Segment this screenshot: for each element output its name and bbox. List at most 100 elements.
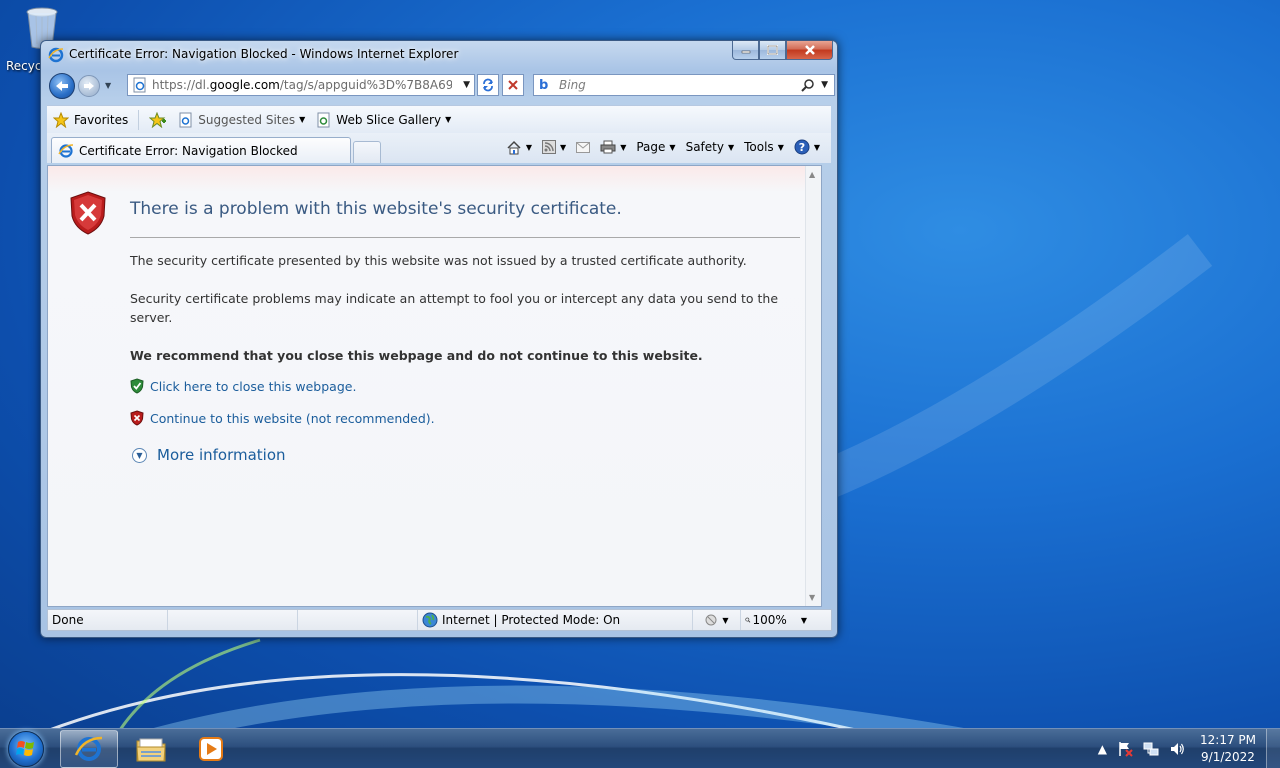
status-bar: Done Internet | Protected Mode: On ▼ 100… — [47, 609, 832, 631]
expand-chevron-icon: ▼ — [132, 447, 147, 463]
favorites-label: Favorites — [74, 112, 129, 127]
close-webpage-link[interactable]: Click here to close this webpage. — [150, 379, 356, 394]
security-zone-segment[interactable]: Internet | Protected Mode: On — [418, 610, 693, 630]
status-text-segment: Done — [48, 610, 168, 630]
feeds-button[interactable]: ▼ — [537, 140, 571, 154]
address-bar[interactable]: https://dl.google.com/tag/s/appguid%3D%7… — [127, 74, 475, 96]
recommendation-text: We recommend that you close this webpage… — [130, 348, 703, 363]
add-to-favorites-bar-button[interactable] — [143, 111, 173, 128]
show-desktop-button[interactable] — [1266, 729, 1280, 768]
protected-mode-icon — [705, 614, 717, 626]
help-menu[interactable]: ? ▼ — [789, 139, 825, 155]
back-arrow-icon — [56, 81, 68, 91]
address-dropdown-icon[interactable]: ▼ — [463, 80, 470, 90]
error-paragraph-2: Security certificate problems may indica… — [130, 291, 779, 325]
globe-icon — [422, 612, 438, 628]
new-tab-button[interactable] — [353, 141, 381, 163]
more-information-link[interactable]: More information — [157, 446, 286, 464]
taskbar: ▲ 12:17 PM 9/1/2022 — [0, 728, 1280, 768]
zoom-level-segment[interactable]: 100% ▼ — [741, 610, 811, 630]
mail-icon — [576, 141, 591, 153]
ie-page-icon — [317, 112, 330, 127]
web-slice-gallery-button[interactable]: Web Slice Gallery ▼ — [311, 112, 457, 128]
zoom-magnifier-icon — [745, 617, 751, 623]
status-text: Done — [52, 613, 84, 627]
stop-x-icon — [508, 80, 518, 90]
refresh-icon — [483, 78, 493, 92]
url-prefix: https://dl. — [152, 78, 210, 92]
search-box[interactable]: b Bing ▼ — [533, 74, 835, 96]
page-menu[interactable]: Page ▼ — [631, 140, 680, 154]
more-information-toggle[interactable]: ▼ More information — [132, 446, 286, 464]
safety-menu[interactable]: Safety ▼ — [681, 140, 740, 154]
suggested-sites-label: Suggested Sites — [198, 112, 296, 127]
print-button[interactable]: ▼ — [595, 140, 631, 154]
printer-icon — [600, 140, 616, 154]
taskbar-internet-explorer[interactable] — [60, 730, 118, 768]
popup-blocker-status[interactable]: ▼ — [693, 610, 741, 630]
ie-taskbar-icon — [74, 736, 103, 761]
maximize-button[interactable] — [759, 41, 786, 60]
popup-dropdown-icon: ▼ — [722, 615, 729, 625]
taskbar-clock[interactable]: 12:17 PM 9/1/2022 — [1200, 732, 1256, 766]
print-dropdown-icon[interactable]: ▼ — [620, 143, 626, 152]
window-title: Certificate Error: Navigation Blocked - … — [69, 47, 459, 61]
favbar-divider — [138, 109, 140, 130]
url-domain: google.com — [209, 78, 280, 92]
folder-icon — [136, 738, 166, 762]
ie-page-icon — [179, 112, 192, 127]
continue-to-website-link[interactable]: Continue to this website (not recommende… — [150, 411, 435, 426]
read-mail-button[interactable] — [571, 141, 595, 153]
page-icon — [133, 77, 146, 93]
media-player-icon — [199, 737, 223, 761]
red-shield-x-icon — [130, 410, 144, 426]
home-dropdown-icon[interactable]: ▼ — [526, 143, 532, 152]
tools-menu[interactable]: Tools ▼ — [739, 140, 789, 154]
tab-label: Certificate Error: Navigation Blocked — [79, 143, 298, 158]
recent-pages-dropdown[interactable]: ▼ — [105, 81, 111, 90]
search-dropdown-icon[interactable]: ▼ — [821, 80, 828, 90]
back-button[interactable] — [49, 73, 75, 99]
search-placeholder: Bing — [559, 78, 586, 92]
clock-time: 12:17 PM — [1200, 733, 1256, 747]
address-url[interactable]: https://dl.google.com/tag/s/appguid%3D%7… — [152, 78, 452, 92]
stop-button[interactable] — [502, 74, 524, 96]
help-dropdown-icon: ▼ — [813, 142, 820, 152]
start-button[interactable] — [4, 730, 48, 768]
zoom-level-label: 100% — [752, 613, 787, 627]
status-blank-segment-2 — [298, 610, 418, 630]
refresh-button[interactable] — [477, 74, 499, 96]
tab-certificate-error[interactable]: Certificate Error: Navigation Blocked — [51, 137, 351, 163]
show-hidden-icons-arrow-icon[interactable]: ▲ — [1098, 742, 1107, 756]
scroll-up-icon[interactable]: ▲ — [809, 170, 815, 179]
feeds-dropdown-icon[interactable]: ▼ — [560, 143, 566, 152]
search-icon[interactable] — [801, 78, 815, 92]
taskbar-windows-explorer[interactable] — [122, 730, 180, 768]
window-titlebar[interactable]: Certificate Error: Navigation Blocked - … — [41, 41, 837, 69]
scroll-down-icon[interactable]: ▼ — [809, 593, 815, 602]
home-button[interactable]: ▼ — [501, 140, 537, 155]
minimize-button[interactable] — [732, 41, 759, 60]
continue-row[interactable]: Continue to this website (not recommende… — [130, 410, 435, 426]
home-icon — [507, 140, 521, 154]
volume-icon[interactable] — [1169, 741, 1185, 757]
network-icon[interactable] — [1143, 741, 1159, 757]
page-menu-dropdown-icon: ▼ — [669, 142, 676, 152]
svg-text:?: ? — [799, 141, 805, 154]
close-button[interactable] — [786, 41, 833, 60]
error-paragraph-1: The security certificate presented by th… — [130, 253, 747, 268]
taskbar-media-player[interactable] — [182, 730, 240, 768]
vertical-scrollbar[interactable]: ▲ ▼ — [805, 166, 821, 606]
close-page-row[interactable]: Click here to close this webpage. — [130, 378, 356, 394]
suggested-sites-button[interactable]: Suggested Sites ▼ — [173, 112, 311, 128]
forward-button[interactable] — [78, 75, 100, 97]
zoom-dropdown-icon: ▼ — [800, 615, 807, 625]
forward-arrow-icon — [84, 82, 94, 90]
action-center-flag-icon[interactable] — [1117, 741, 1133, 757]
tools-menu-dropdown-icon: ▼ — [777, 142, 784, 152]
favorites-button[interactable]: Favorites — [47, 111, 134, 128]
maximize-icon — [767, 45, 778, 55]
page-menu-label: Page — [636, 140, 666, 154]
safety-menu-label: Safety — [685, 140, 724, 154]
status-blank-segment-1 — [168, 610, 298, 630]
